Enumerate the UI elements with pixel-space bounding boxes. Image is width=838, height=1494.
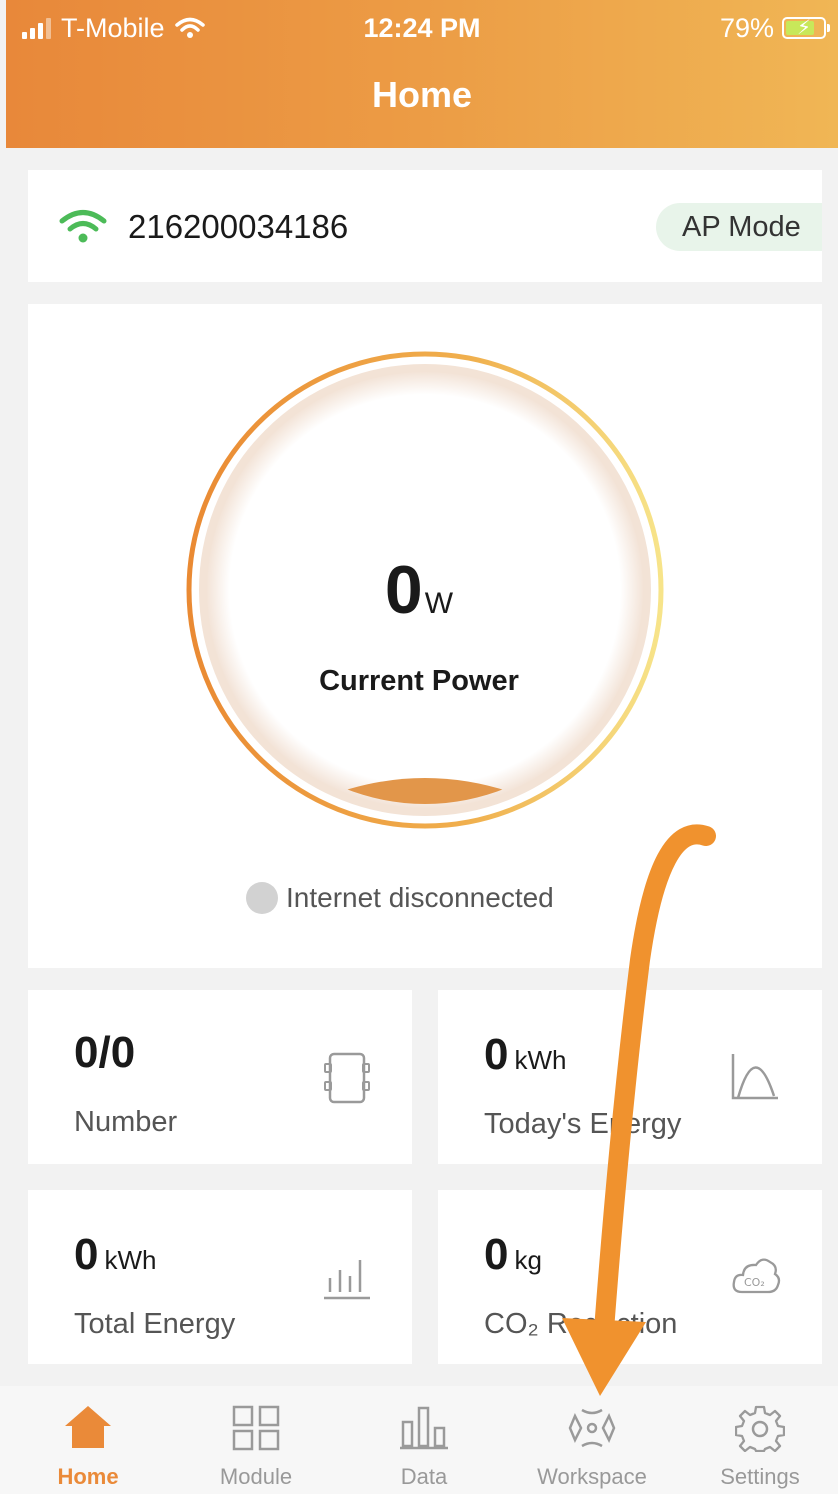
co2-cloud-icon: CO₂ (732, 1258, 781, 1294)
svg-text:CO₂: CO₂ (744, 1276, 765, 1289)
tab-home[interactable]: Home (20, 1386, 156, 1494)
tab-settings[interactable]: Settings (692, 1386, 828, 1494)
tab-workspace[interactable]: Workspace (524, 1386, 660, 1494)
microinverter-icon (324, 1052, 370, 1104)
home-icon (65, 1406, 111, 1448)
device-wifi-icon (59, 210, 107, 243)
page-title: Home (371, 74, 473, 115)
charging-bolt-icon: ⚡ (796, 17, 812, 39)
status-time: 12:24 PM (363, 13, 481, 43)
gear-icon (735, 1405, 785, 1452)
stat-card-co2-reduction[interactable]: 0 kg CO₂ Reduction CO₂ (438, 1190, 822, 1364)
tab-module[interactable]: Module (188, 1386, 324, 1494)
tab-label: Data (400, 1464, 448, 1489)
stat-unit: kWh (104, 1245, 157, 1275)
stat-label: Today's Energy (484, 1108, 682, 1140)
tab-data[interactable]: Data (356, 1386, 492, 1494)
internet-status-dot-icon (246, 882, 278, 914)
device-serial: 216200034186 (128, 208, 349, 245)
tab-label: Home (57, 1464, 119, 1489)
battery-icon: ⚡ (782, 17, 830, 39)
tab-label: Settings (720, 1464, 800, 1489)
app-header: T-Mobile 12:24 PM 79% ⚡ Home (6, 0, 838, 148)
stat-card-total-energy[interactable]: 0 kWh Total Energy (28, 1190, 412, 1364)
current-power-value: 0W (384, 552, 454, 628)
stat-label: Number (74, 1106, 178, 1138)
stat-label: CO₂ Reduction (484, 1308, 678, 1340)
stat-unit: kg (514, 1245, 542, 1275)
stat-unit: kWh (514, 1045, 567, 1075)
stat-card-today-energy[interactable]: 0 kWh Today's Energy (438, 990, 822, 1164)
stat-value: 0 kWh (74, 1230, 157, 1279)
bar-chart-icon (400, 1406, 448, 1450)
tab-label: Module (219, 1464, 293, 1489)
ap-mode-badge[interactable]: AP Mode (656, 203, 822, 251)
energy-curve-icon (731, 1054, 778, 1100)
power-unit: W (424, 587, 454, 620)
current-power-label: Current Power (319, 665, 519, 697)
bar-chart-icon (324, 1260, 370, 1300)
stat-value: 0 kg (484, 1230, 542, 1279)
workspace-icon (568, 1408, 616, 1448)
stat-value: 0/0 (74, 1028, 136, 1077)
internet-status-text: Internet disconnected (286, 882, 554, 913)
stat-card-number[interactable]: 0/0 Number (28, 990, 412, 1164)
tab-label: Workspace (537, 1464, 647, 1489)
grid-icon (232, 1405, 280, 1451)
stat-label: Total Energy (74, 1308, 236, 1340)
battery-percent: 79% (719, 12, 774, 43)
status-right: 79% ⚡ (719, 8, 830, 48)
stat-value: 0 kWh (484, 1030, 567, 1079)
